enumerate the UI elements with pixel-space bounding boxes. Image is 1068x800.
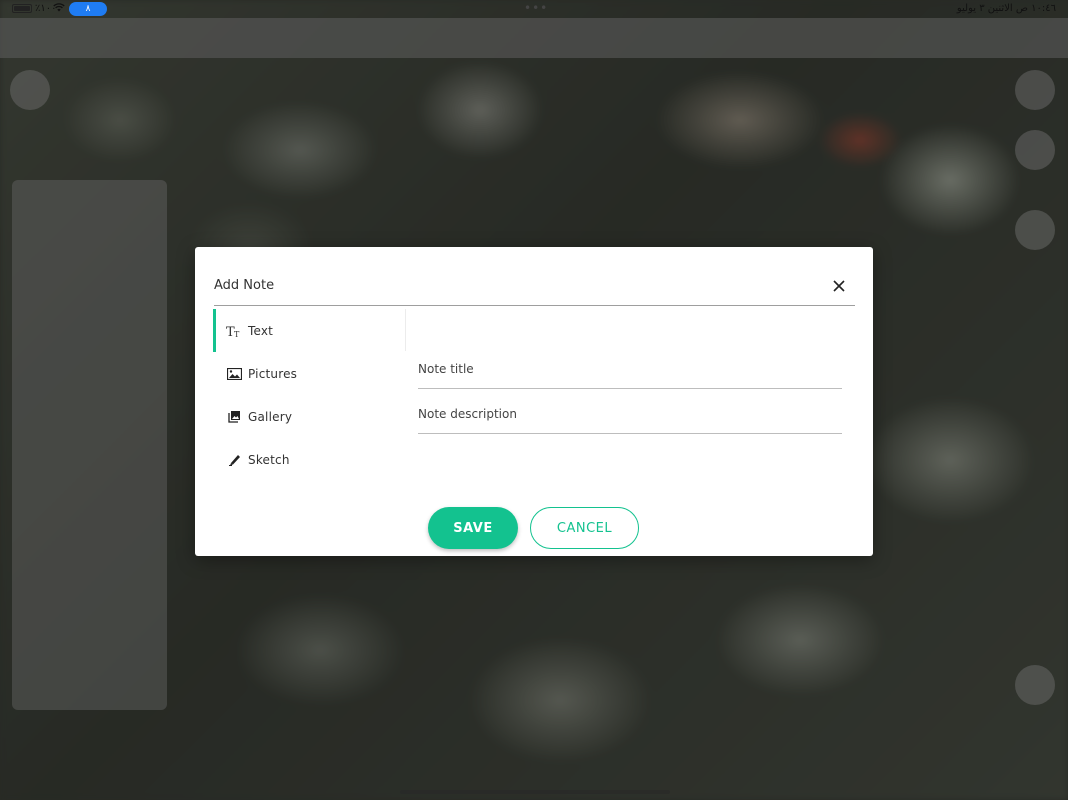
tab-pictures[interactable]: Pictures [213,352,405,395]
tab-label: Text [248,323,274,338]
multitasking-dots-icon[interactable]: ••• [524,1,548,15]
pen-icon [226,452,242,468]
tab-sketch[interactable]: Sketch [213,438,405,481]
header-divider [214,305,855,306]
note-title-input[interactable] [418,358,842,380]
status-time: ١٠:٤٦ ص الاثنين ٣ يوليو [956,3,1056,14]
tab-label: Pictures [248,366,298,381]
close-button[interactable] [827,274,851,298]
tab-label: Gallery [248,409,293,424]
battery-icon [12,4,32,13]
add-note-dialog: Add Note T T Text Pictures Gallery Sketc… [195,247,873,556]
note-title-field [418,353,842,389]
dialog-title: Add Note [214,278,275,293]
home-indicator[interactable] [400,790,670,794]
tab-text[interactable]: T T Text [213,309,405,352]
cancel-button[interactable]: CANCEL [530,507,639,549]
svg-text:T: T [234,330,240,338]
picture-icon [226,366,242,382]
tab-gallery[interactable]: Gallery [213,395,405,438]
note-description-input[interactable] [418,403,842,425]
tab-label: Sketch [248,452,290,467]
close-icon [833,280,845,292]
status-bar: ٪١٠٠ ٨ ••• ١٠:٤٦ ص الاثنين ٣ يوليو [0,0,1068,18]
text-format-icon: T T [226,323,242,339]
note-description-field [418,398,842,434]
wifi-icon [53,2,65,15]
vpn-badge: ٨ [69,2,107,16]
note-type-tabs: T T Text Pictures Gallery Sketch [213,309,405,481]
gallery-icon [226,409,242,425]
tab-divider [405,309,406,351]
save-button[interactable]: SAVE [428,507,518,549]
